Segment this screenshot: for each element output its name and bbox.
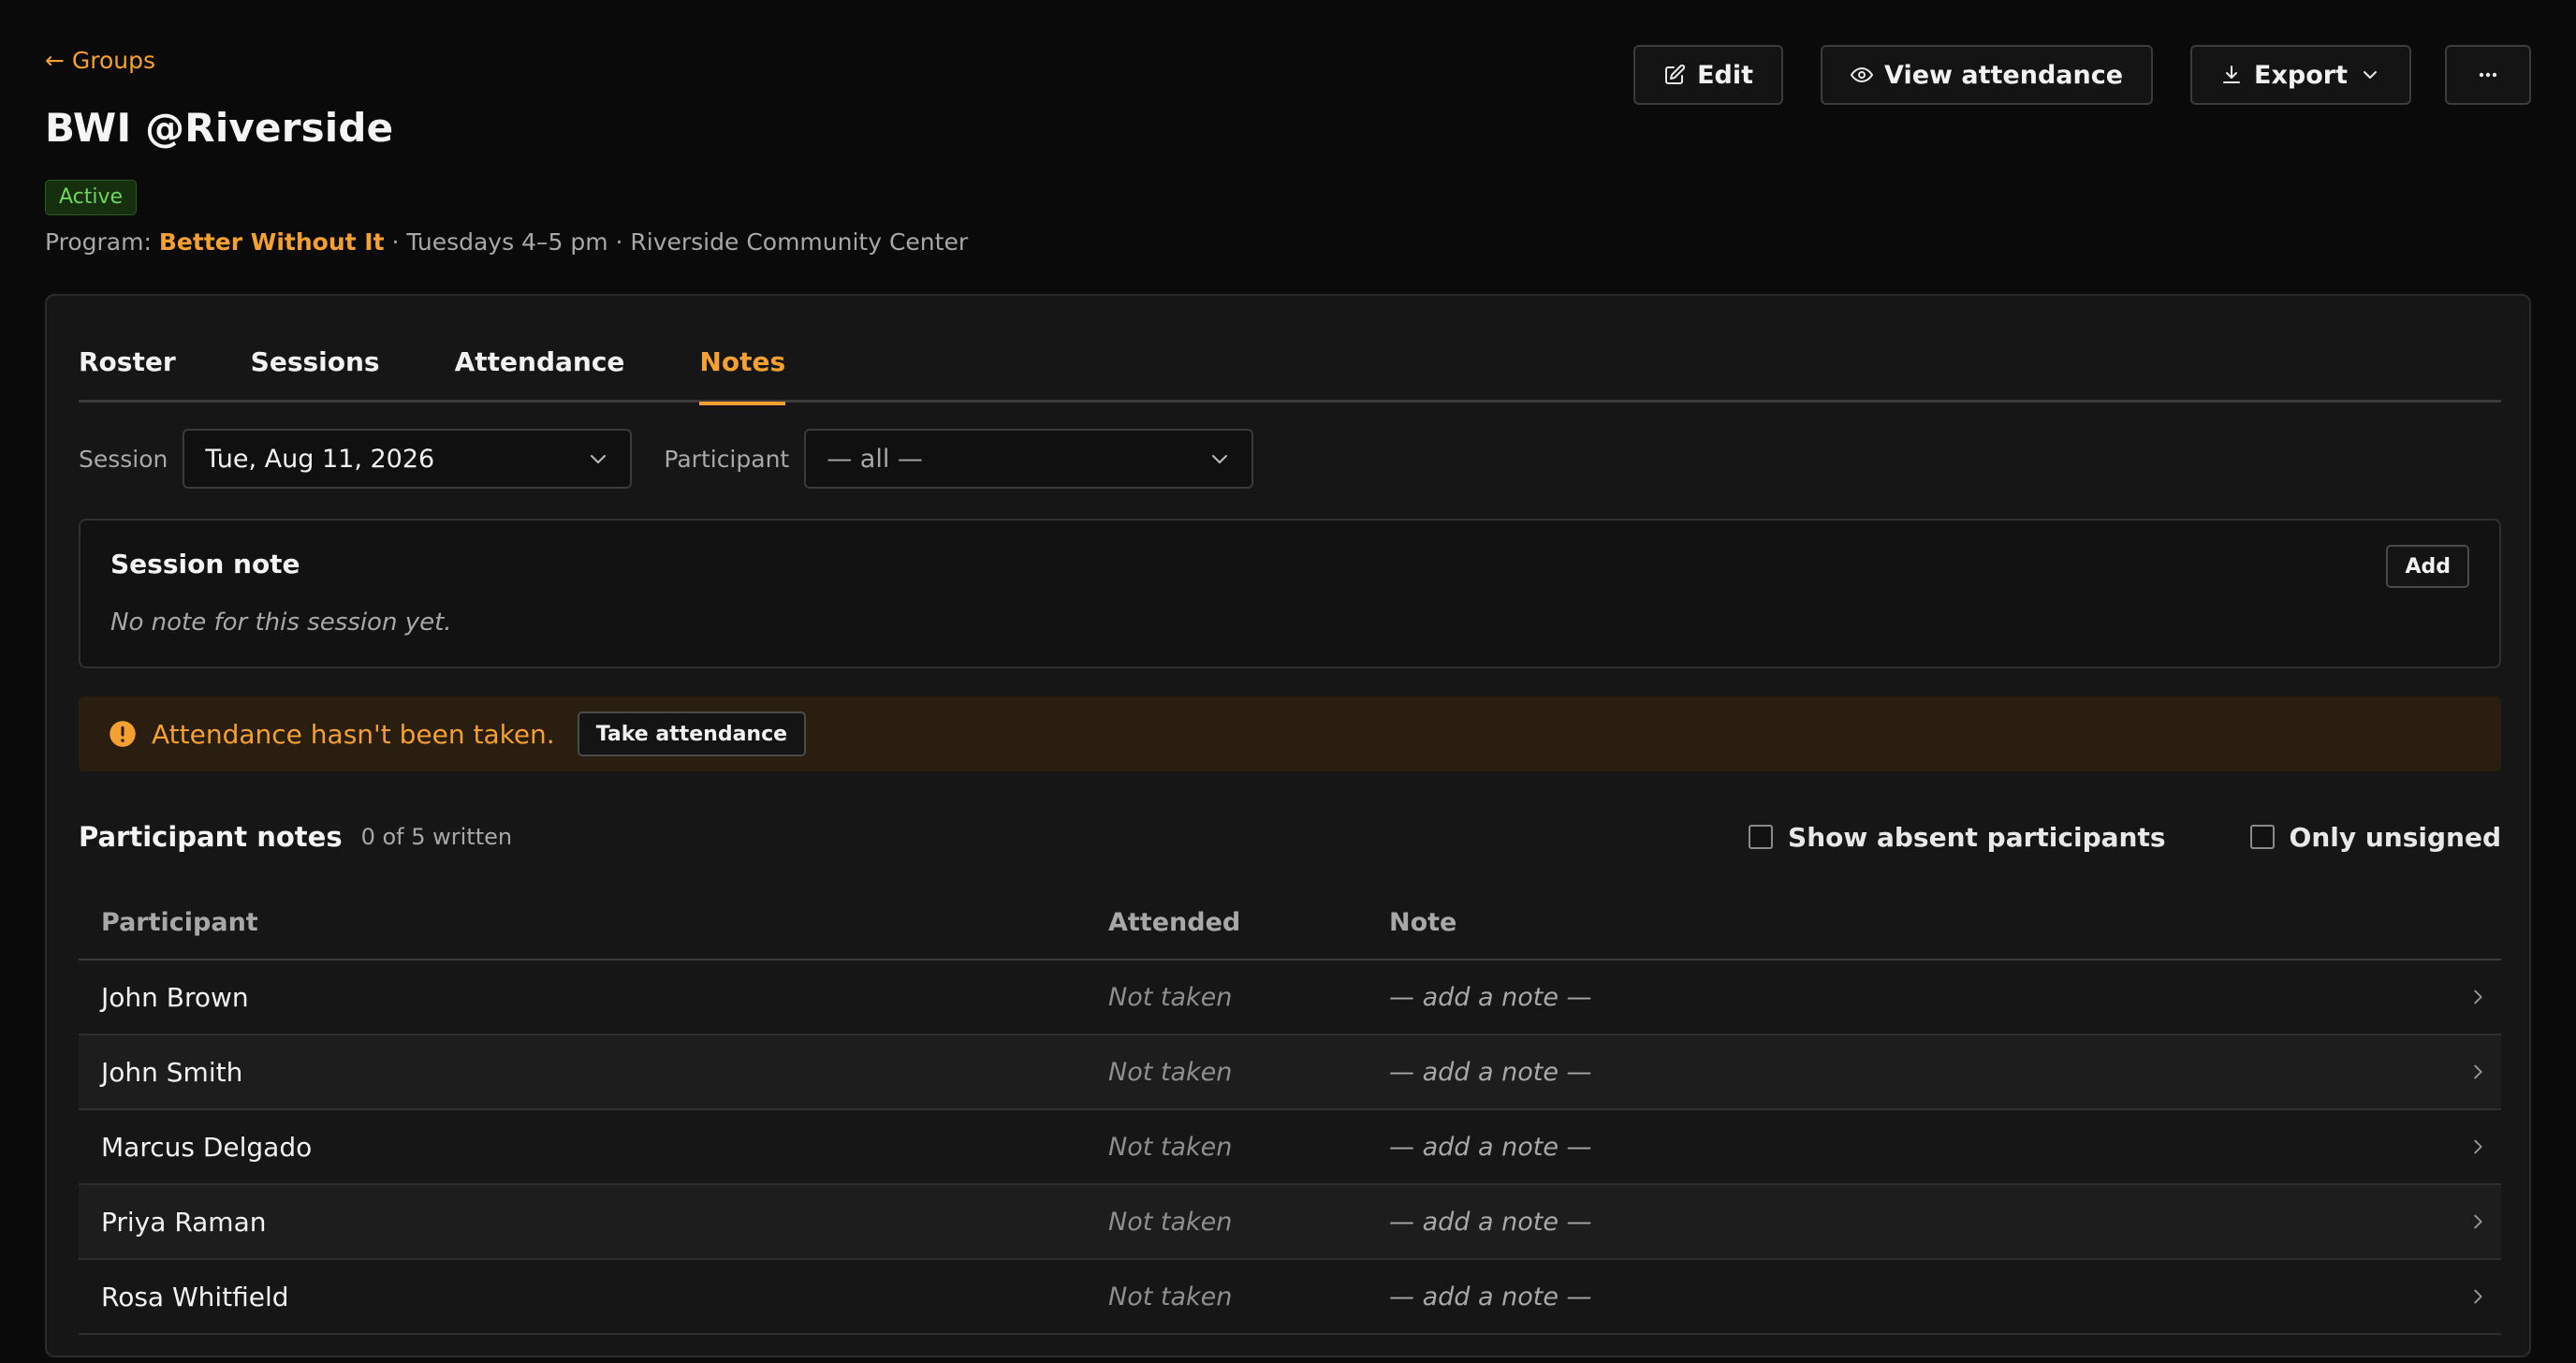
- table-header: Participant Attended Note: [79, 886, 2501, 960]
- status-badge: Active: [45, 180, 138, 215]
- notes-filters: Session Tue, Aug 11, 2026 Participant — …: [79, 429, 1254, 489]
- note-placeholder: — add a note —: [1389, 982, 1592, 1012]
- table-row[interactable]: John Smith Not taken — add a note —: [79, 1035, 2501, 1110]
- take-attendance-button[interactable]: Take attendance: [577, 711, 807, 756]
- more-horizontal-icon: [2479, 72, 2497, 78]
- only-unsigned-label: Only unsigned: [2289, 821, 2501, 853]
- chevron-right-icon: [2474, 1289, 2482, 1304]
- participant-select[interactable]: — all —: [804, 429, 1254, 489]
- table-row[interactable]: John Brown Not taken — add a note —: [79, 960, 2501, 1035]
- chevron-right-icon: [2474, 989, 2482, 1004]
- participant-name: Rosa Whitfield: [101, 1281, 289, 1312]
- meta-schedule-location: · Tuesdays 4–5 pm · Riverside Community …: [384, 228, 969, 256]
- edit-icon: [1665, 64, 1686, 84]
- note-placeholder: — add a note —: [1389, 1057, 1592, 1087]
- note-placeholder: — add a note —: [1389, 1132, 1592, 1162]
- column-header-attended: Attended: [1108, 907, 1241, 937]
- chevron-right-icon: [2474, 1064, 2482, 1079]
- tab-bar: Roster Sessions Attendance Notes: [79, 343, 2501, 405]
- tab-notes[interactable]: Notes: [699, 343, 785, 405]
- chevron-right-icon: [2474, 1139, 2482, 1154]
- chevron-down-icon: [2364, 71, 2377, 79]
- attended-status: Not taken: [1108, 1132, 1233, 1162]
- attended-status: Not taken: [1108, 982, 1233, 1012]
- participant-filter-label: Participant: [664, 445, 790, 473]
- show-absent-checkbox-box[interactable]: [1749, 825, 1774, 849]
- show-absent-label: Show absent participants: [1788, 821, 2166, 853]
- participant-name: Marcus Delgado: [101, 1131, 313, 1163]
- tab-roster[interactable]: Roster: [79, 343, 176, 403]
- session-filter-label: Session: [79, 445, 168, 473]
- download-icon: [2223, 66, 2241, 83]
- session-note-panel: Session note No note for this session ye…: [79, 519, 2501, 668]
- notes-written-count: 0 of 5 written: [360, 824, 513, 850]
- table-row[interactable]: Priya Raman Not taken — add a note —: [79, 1185, 2501, 1260]
- eye-icon: [1851, 67, 1874, 82]
- page-title: BWI @Riverside: [45, 105, 394, 151]
- attended-status: Not taken: [1108, 1282, 1233, 1312]
- chevron-down-icon: [1212, 455, 1228, 463]
- session-note-title: Session note: [110, 549, 300, 579]
- program-link[interactable]: Better Without It: [159, 228, 385, 256]
- view-attendance-label: View attendance: [1884, 60, 2124, 90]
- attendance-alert-text: Attendance hasn't been taken.: [152, 718, 555, 750]
- note-placeholder: — add a note —: [1389, 1282, 1592, 1312]
- participant-notes-title: Participant notes: [79, 821, 343, 853]
- only-unsigned-checkbox-box[interactable]: [2249, 825, 2275, 849]
- more-actions-button[interactable]: [2445, 45, 2531, 105]
- participant-notes-table: Participant Attended Note John Brown Not…: [79, 886, 2501, 1335]
- edit-button[interactable]: Edit: [1633, 45, 1784, 105]
- participant-select-value: — all —: [827, 444, 923, 474]
- chevron-right-icon: [2474, 1214, 2482, 1229]
- session-select[interactable]: Tue, Aug 11, 2026: [183, 429, 633, 489]
- participant-name: Priya Raman: [101, 1206, 267, 1238]
- session-select-value: Tue, Aug 11, 2026: [205, 444, 435, 474]
- back-to-groups-link[interactable]: ← Groups: [45, 47, 155, 74]
- column-header-note: Note: [1389, 907, 1457, 937]
- attended-status: Not taken: [1108, 1207, 1233, 1237]
- session-note-empty-state: No note for this session yet.: [110, 608, 452, 637]
- table-row[interactable]: Rosa Whitfield Not taken — add a note —: [79, 1260, 2501, 1335]
- tab-attendance[interactable]: Attendance: [455, 343, 625, 403]
- tab-sessions[interactable]: Sessions: [251, 343, 380, 403]
- group-meta: Program: Better Without It · Tuesdays 4–…: [45, 228, 968, 256]
- show-absent-checkbox[interactable]: Show absent participants: [1749, 821, 2166, 853]
- view-attendance-button[interactable]: View attendance: [1821, 45, 2154, 105]
- participant-name: John Smith: [101, 1056, 243, 1088]
- table-row[interactable]: Marcus Delgado Not taken — add a note —: [79, 1110, 2501, 1185]
- notes-filter-checkboxes: Show absent participants Only unsigned: [1749, 822, 2501, 853]
- edit-button-label: Edit: [1697, 60, 1754, 90]
- header-actions: Edit View attendance Export: [1633, 45, 2531, 105]
- group-detail-card: Roster Sessions Attendance Notes Session…: [45, 294, 2531, 1357]
- exclamation-circle-icon: [110, 721, 136, 747]
- participant-notes-header: Participant notes 0 of 5 written Show ab…: [79, 818, 2501, 856]
- chevron-down-icon: [591, 455, 607, 463]
- meta-prefix: Program:: [45, 228, 159, 256]
- attendance-alert: Attendance hasn't been taken. Take atten…: [79, 696, 2501, 771]
- export-dropdown-button[interactable]: Export: [2190, 45, 2411, 105]
- attended-status: Not taken: [1108, 1057, 1233, 1087]
- export-label: Export: [2254, 60, 2348, 90]
- column-header-participant: Participant: [101, 907, 258, 937]
- participant-name: John Brown: [101, 981, 249, 1013]
- add-session-note-button[interactable]: Add: [2386, 545, 2469, 588]
- only-unsigned-checkbox[interactable]: Only unsigned: [2249, 821, 2501, 853]
- note-placeholder: — add a note —: [1389, 1207, 1592, 1237]
